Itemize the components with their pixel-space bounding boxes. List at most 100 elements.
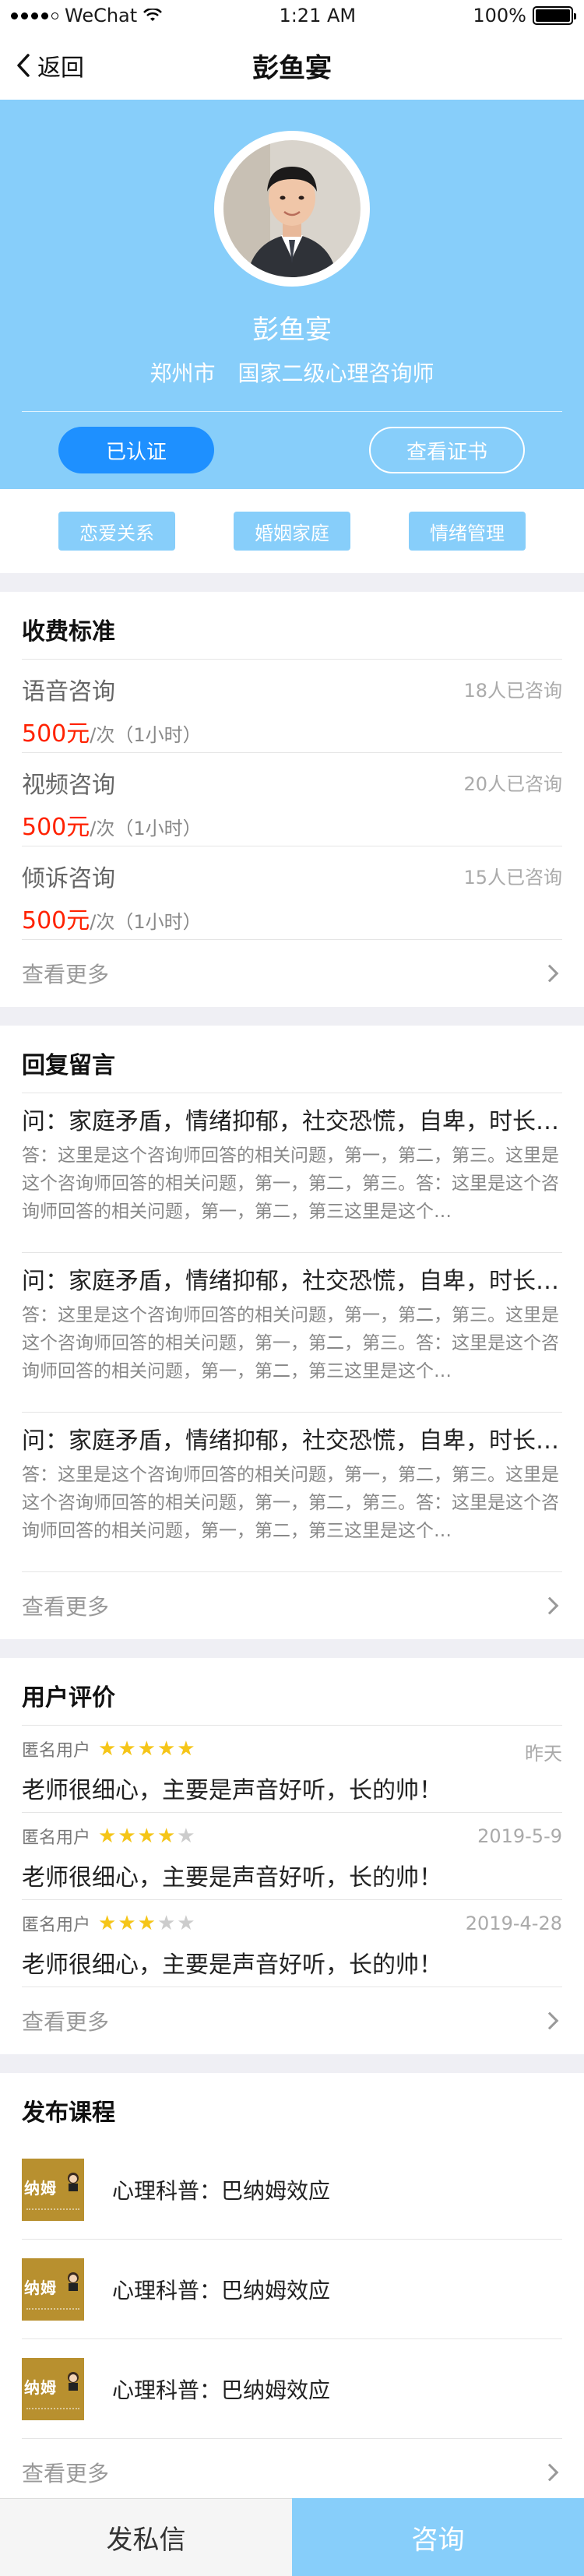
battery-icon — [533, 6, 576, 25]
star-rating: ★ ★ ★ ★ ★ — [98, 1825, 195, 1847]
status-right: 100% — [473, 5, 576, 26]
fee-price: 500元/次（1小时） — [22, 901, 202, 935]
fee-item[interactable]: 语音咨询 18人已咨询 500元/次（1小时） — [22, 660, 562, 753]
star-filled-icon: ★ — [98, 1737, 117, 1761]
reviews-more-button[interactable]: 查看更多 — [22, 1987, 562, 2054]
course-item[interactable]: 纳姆 心理科普：巴纳姆效应 — [22, 2140, 562, 2240]
course-thumbnail: 纳姆 — [22, 2357, 84, 2420]
qa-item[interactable]: 问：家庭矛盾，情绪抑郁，社交恐慌，自卑，时长… 答：这里是这个咨询师回答的相关问… — [22, 1253, 562, 1413]
review-item: 匿名用户 ★ ★ ★ ★ ★ 2019-5-9 老师很细心，主要是声音好听，长的帅！ — [22, 1813, 562, 1900]
review-user-row: 匿名用户 ★ ★ ★ ★ ★ — [22, 1824, 195, 1849]
back-label: 返回 — [37, 55, 84, 82]
qa-question: 问：家庭矛盾，情绪抑郁，社交恐慌，自卑，时长… — [22, 1427, 559, 1455]
review-text: 老师很细心，主要是声音好听，长的帅！ — [22, 1777, 442, 1804]
review-user-row: 匿名用户 ★ ★ ★ ★ ★ — [22, 1911, 195, 1936]
qa-item[interactable]: 问：家庭矛盾，情绪抑郁，社交恐慌，自卑，时长… 答：这里是这个咨询师回答的相关问… — [22, 1413, 562, 1572]
review-item: 匿名用户 ★ ★ ★ ★ ★ 昨天 老师很细心，主要是声音好听，长的帅！ — [22, 1726, 562, 1813]
tag-romance[interactable]: 恋爱关系 — [58, 512, 175, 551]
star-filled-icon: ★ — [118, 1912, 136, 1935]
qa-answer: 答：这里是这个咨询师回答的相关问题，第一，第二，第三。这里是这个咨询师回答的相关… — [22, 1145, 559, 1222]
qa-question: 问：家庭矛盾，情绪抑郁，社交恐慌，自卑，时长… — [22, 1108, 559, 1135]
bottom-action-bar: 发私信 咨询 — [0, 2498, 584, 2576]
divider — [22, 411, 562, 412]
fee-unit: /次（1小时） — [90, 724, 202, 746]
qa-question: 问：家庭矛盾，情绪抑郁，社交恐慌，自卑，时长… — [22, 1268, 559, 1295]
courses-more-button[interactable]: 查看更多 — [22, 2439, 562, 2506]
tag-emotion-management[interactable]: 情绪管理 — [409, 512, 526, 551]
fee-price: 500元/次（1小时） — [22, 714, 202, 748]
star-filled-icon: ★ — [137, 1825, 156, 1848]
certified-button[interactable]: 已认证 — [58, 427, 214, 473]
course-title: 心理科普：巴纳姆效应 — [112, 2177, 331, 2204]
qa-more-button[interactable]: 查看更多 — [22, 1572, 562, 1639]
fee-item[interactable]: 倾诉咨询 15人已咨询 500元/次（1小时） — [22, 846, 562, 940]
consult-button[interactable]: 咨询 — [292, 2498, 584, 2576]
review-user: 匿名用户 — [22, 1916, 91, 1935]
qa-item[interactable]: 问：家庭矛盾，情绪抑郁，社交恐慌，自卑，时长… 答：这里是这个咨询师回答的相关问… — [22, 1093, 562, 1253]
profile-header: 彭鱼宴 郑州市 国家二级心理咨询师 已认证 查看证书 — [0, 100, 584, 489]
profile-name: 彭鱼宴 — [252, 315, 332, 346]
specialty-tags: 恋爱关系 婚姻家庭 情绪管理 — [0, 489, 584, 573]
fee-amount: 500元 — [22, 814, 90, 841]
review-user: 匿名用户 — [22, 1828, 91, 1848]
status-left: WeChat — [11, 5, 163, 26]
qa-answer: 答：这里是这个咨询师回答的相关问题，第一，第二，第三。这里是这个咨询师回答的相关… — [22, 1305, 559, 1381]
chevron-right-icon — [540, 964, 559, 983]
status-time: 1:21 AM — [279, 5, 357, 26]
profile-title: 国家二级心理咨询师 — [237, 361, 434, 386]
course-thumbnail-text: 纳姆 — [24, 2377, 57, 2397]
carrier-label: WeChat — [65, 5, 138, 26]
course-title: 心理科普：巴纳姆效应 — [112, 2377, 331, 2403]
avatar — [214, 131, 370, 287]
review-date: 昨天 — [525, 1743, 562, 1765]
chevron-right-icon — [540, 2011, 559, 2030]
star-filled-icon: ★ — [157, 1825, 176, 1848]
more-label: 查看更多 — [22, 2009, 110, 2035]
review-user-row: 匿名用户 ★ ★ ★ ★ ★ — [22, 1737, 195, 1761]
qa-answer: 答：这里是这个咨询师回答的相关问题，第一，第二，第三。这里是这个咨询师回答的相关… — [22, 1465, 559, 1541]
star-empty-icon: ★ — [177, 1912, 195, 1935]
page-title: 彭鱼宴 — [252, 52, 332, 84]
course-thumbnail-text: 纳姆 — [24, 2278, 57, 2297]
view-certificate-button[interactable]: 查看证书 — [369, 427, 525, 473]
battery-percent: 100% — [473, 5, 526, 26]
fee-name: 视频咨询 — [22, 772, 115, 799]
section-title: 用户评价 — [22, 1684, 115, 1712]
more-label: 查看更多 — [22, 962, 110, 987]
back-button[interactable]: 返回 — [16, 31, 84, 100]
review-item: 匿名用户 ★ ★ ★ ★ ★ 2019-4-28 老师很细心，主要是声音好听，长的帅！ — [22, 1900, 562, 1987]
girl-icon — [68, 2371, 79, 2391]
fee-amount: 500元 — [22, 907, 90, 934]
star-empty-icon: ★ — [177, 1825, 195, 1848]
course-thumbnail: 纳姆 — [22, 2158, 84, 2221]
section-title: 发布课程 — [22, 2099, 115, 2127]
signal-icon — [11, 12, 58, 19]
fees-more-button[interactable]: 查看更多 — [22, 940, 562, 1007]
section-title: 回复留言 — [22, 1052, 115, 1079]
course-title: 心理科普：巴纳姆效应 — [112, 2277, 331, 2303]
profile-city: 郑州市 — [150, 361, 216, 386]
fee-price: 500元/次（1小时） — [22, 808, 202, 842]
chevron-left-icon — [17, 54, 30, 77]
star-filled-icon: ★ — [118, 1825, 136, 1848]
fee-item[interactable]: 视频咨询 20人已咨询 500元/次（1小时） — [22, 753, 562, 846]
reviews-section: 用户评价 匿名用户 ★ ★ ★ ★ ★ 昨天 老师很细心，主要是声音好听，长的帅！ 匿名… — [0, 1658, 584, 2054]
fee-unit: /次（1小时） — [90, 911, 202, 933]
tag-marriage-family[interactable]: 婚姻家庭 — [234, 512, 350, 551]
wifi-icon — [143, 9, 163, 21]
chevron-right-icon — [540, 2463, 559, 2482]
profile-subtitle: 郑州市 国家二级心理咨询师 — [0, 357, 584, 388]
star-empty-icon: ★ — [157, 1912, 176, 1935]
star-filled-icon: ★ — [98, 1912, 117, 1935]
course-item[interactable]: 纳姆 心理科普：巴纳姆效应 — [22, 2240, 562, 2339]
review-date: 2019-5-9 — [477, 1825, 562, 1847]
star-filled-icon: ★ — [157, 1737, 176, 1761]
girl-icon — [68, 2272, 79, 2291]
star-filled-icon: ★ — [137, 1912, 156, 1935]
course-thumbnail: 纳姆 — [22, 2258, 84, 2321]
send-message-button[interactable]: 发私信 — [0, 2498, 292, 2576]
qa-section: 回复留言 问：家庭矛盾，情绪抑郁，社交恐慌，自卑，时长… 答：这里是这个咨询师回… — [0, 1026, 584, 1639]
star-rating: ★ ★ ★ ★ ★ — [98, 1738, 195, 1760]
fee-amount: 500元 — [22, 720, 90, 748]
course-item[interactable]: 纳姆 心理科普：巴纳姆效应 — [22, 2339, 562, 2439]
